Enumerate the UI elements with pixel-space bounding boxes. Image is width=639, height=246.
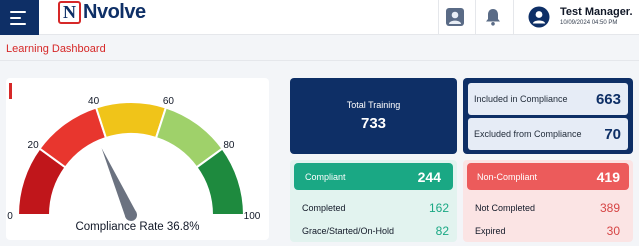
user-avatar-icon	[528, 6, 550, 28]
gauge-needle	[101, 148, 137, 218]
grace-label: Grace/Started/On-Hold	[302, 226, 395, 236]
user-menu[interactable]: Test Manager. 10/09/2024 04:50 PM	[528, 4, 639, 32]
title-divider	[0, 60, 639, 61]
user-datetime: 10/09/2024 04:50 PM	[560, 20, 618, 26]
compliant-header[interactable]: Compliant 244	[294, 163, 453, 190]
compliant-label: Compliant	[305, 171, 346, 182]
non-compliant-header[interactable]: Non-Compliant 419	[467, 163, 629, 190]
page-title: Learning Dashboard	[6, 43, 106, 55]
non-compliant-value: 419	[596, 168, 620, 185]
compliance-rate-label: Compliance Rate	[75, 221, 164, 233]
menu-button[interactable]	[0, 0, 39, 35]
compliance-rate-caption: Compliance Rate 36.8%	[6, 221, 269, 233]
not-completed-row[interactable]: Not Completed 389	[475, 201, 620, 215]
notifications-button[interactable]	[479, 3, 507, 31]
user-name: Test Manager.	[560, 6, 633, 18]
included-value: 663	[595, 90, 621, 108]
compliance-scope-card: Included in Compliance 663 Excluded from…	[463, 78, 633, 154]
non-compliant-label: Non-Compliant	[477, 171, 538, 182]
header-divider	[438, 0, 439, 35]
excluded-from-compliance[interactable]: Excluded from Compliance 70	[468, 118, 628, 150]
gauge-tick-label: 40	[88, 96, 100, 107]
grace-started-onhold-row[interactable]: Grace/Started/On-Hold 82	[302, 224, 449, 238]
compliant-value: 244	[417, 168, 441, 185]
profile-card-button[interactable]	[441, 3, 469, 31]
non-compliant-panel: Non-Compliant 419 Not Completed 389 Expi…	[463, 160, 633, 242]
excluded-value: 70	[604, 125, 621, 143]
menu-icon-bar	[10, 22, 26, 25]
gauge-needle-hub	[125, 209, 137, 221]
gauge-tick-label: 20	[28, 140, 40, 151]
logo-text: Nvolve	[83, 1, 146, 23]
expired-label: Expired	[475, 226, 506, 236]
bell-icon	[486, 9, 500, 26]
completed-label: Completed	[302, 203, 346, 213]
header-divider	[513, 0, 514, 35]
excluded-label: Excluded from Compliance	[474, 129, 582, 139]
profile-card-icon	[446, 8, 464, 26]
total-training-value: 733	[360, 115, 387, 132]
compliant-panel: Compliant 244 Completed 162 Grace/Starte…	[290, 160, 457, 242]
total-training-label: Total Training	[346, 100, 401, 110]
gauge-tick-label: 80	[223, 140, 235, 151]
not-completed-label: Not Completed	[475, 203, 536, 213]
gauge-tick-label: 60	[163, 96, 175, 107]
logo-mark: N	[58, 1, 81, 24]
completed-row[interactable]: Completed 162	[302, 201, 449, 215]
compliance-gauge: 02040 6080100	[7, 96, 261, 222]
menu-icon-bar	[10, 16, 21, 19]
compliance-gauge-card: 0 20 40 60 80 100 Compliance Rate 36.8%	[6, 78, 269, 240]
grace-value: 82	[435, 224, 449, 238]
brand-logo[interactable]: N Nvolve	[58, 1, 146, 24]
header-divider	[475, 0, 476, 35]
top-header: N Nvolve Test Manager. 10/09/2024 04:50 …	[0, 0, 639, 35]
not-completed-value: 389	[599, 201, 620, 215]
gauge-band-2	[94, 101, 168, 140]
compliance-rate-value: 36.8%	[166, 221, 200, 233]
included-in-compliance[interactable]: Included in Compliance 663	[468, 83, 628, 115]
expired-value: 30	[606, 224, 620, 238]
total-training-card[interactable]: Total Training 733	[290, 78, 457, 154]
completed-value: 162	[428, 201, 449, 215]
menu-icon-bar	[10, 10, 26, 13]
included-label: Included in Compliance	[474, 94, 568, 104]
expired-row[interactable]: Expired 30	[475, 224, 620, 238]
